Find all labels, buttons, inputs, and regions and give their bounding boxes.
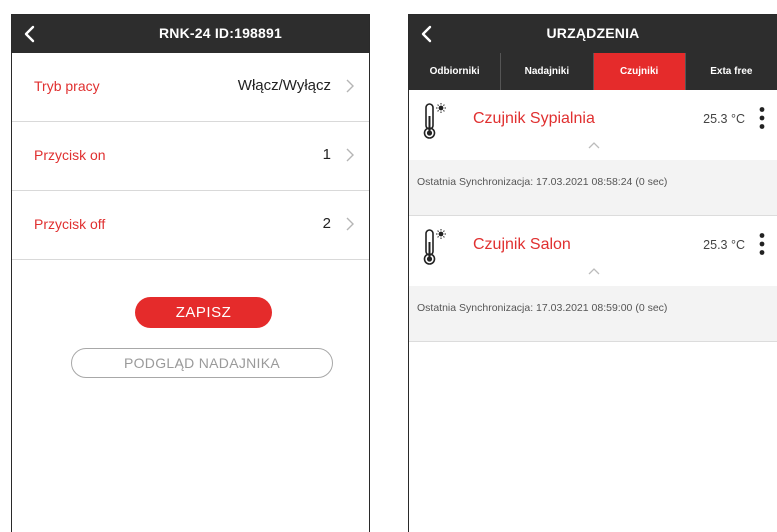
- sync-text: Ostatnia Synchronizacja: 17.03.2021 08:5…: [417, 302, 668, 314]
- chevron-up-icon[interactable]: [587, 266, 601, 276]
- setting-row-mode[interactable]: Tryb pracy Włącz/Wyłącz: [12, 53, 369, 122]
- page-title: RNK-24 ID:198891: [158, 25, 283, 41]
- sensor-temperature: 25.3 °C: [703, 112, 745, 126]
- setting-value: Włącz/Wyłącz: [237, 77, 331, 94]
- chevron-up-icon[interactable]: [587, 140, 601, 150]
- top-bar: RNK-24 ID:198891: [12, 15, 369, 53]
- tab-receivers[interactable]: Odbiorniki: [409, 53, 502, 90]
- transmitter-preview-button[interactable]: PODGLĄD NADAJNIKA: [71, 348, 333, 378]
- page-title: URZĄDZENIA: [546, 25, 640, 41]
- sync-info: Ostatnia Synchronizacja: 17.03.2021 08:5…: [409, 286, 777, 341]
- setting-value: 1: [322, 146, 331, 163]
- devices-screen: URZĄDZENIA Odbiorniki Nadajniki Czujniki…: [408, 14, 777, 532]
- sync-text: Ostatnia Synchronizacja: 17.03.2021 08:5…: [417, 176, 668, 188]
- thermometer-icon: [423, 103, 446, 139]
- chevron-right-icon: [346, 217, 354, 231]
- setting-label: Tryb pracy: [34, 78, 100, 94]
- tab-sensors[interactable]: Czujniki: [593, 53, 686, 90]
- top-bar: URZĄDZENIA: [409, 15, 777, 53]
- sensor-card[interactable]: Czujnik Sypialnia 25.3 °C Ostatnia Synch…: [409, 90, 777, 216]
- more-vertical-icon[interactable]: [759, 106, 765, 130]
- tab-exta-free[interactable]: Exta free: [686, 53, 777, 90]
- setting-value: 2: [322, 215, 331, 232]
- chevron-right-icon: [346, 79, 354, 93]
- sensor-name: Czujnik Salon: [473, 236, 571, 253]
- sensor-card[interactable]: Czujnik Salon 25.3 °C Ostatnia Synchroni…: [409, 216, 777, 342]
- save-button[interactable]: ZAPISZ: [135, 297, 272, 328]
- tab-transmitters[interactable]: Nadajniki: [501, 53, 594, 90]
- setting-row-button-off[interactable]: Przycisk off 2: [12, 191, 369, 260]
- setting-label: Przycisk on: [34, 147, 106, 163]
- sensor-header[interactable]: Czujnik Salon 25.3 °C: [409, 216, 777, 286]
- more-vertical-icon[interactable]: [759, 232, 765, 256]
- sensor-header[interactable]: Czujnik Sypialnia 25.3 °C: [409, 90, 777, 160]
- back-chevron-icon[interactable]: [20, 24, 40, 44]
- device-settings-screen: RNK-24 ID:198891 Tryb pracy Włącz/Wyłącz…: [11, 14, 370, 532]
- device-tabs: Odbiorniki Nadajniki Czujniki Exta free: [409, 53, 777, 90]
- thermometer-icon: [423, 229, 446, 265]
- sync-info: Ostatnia Synchronizacja: 17.03.2021 08:5…: [409, 160, 777, 215]
- sensor-temperature: 25.3 °C: [703, 238, 745, 252]
- setting-row-button-on[interactable]: Przycisk on 1: [12, 122, 369, 191]
- setting-label: Przycisk off: [34, 216, 106, 232]
- sensor-name: Czujnik Sypialnia: [473, 110, 595, 127]
- chevron-right-icon: [346, 148, 354, 162]
